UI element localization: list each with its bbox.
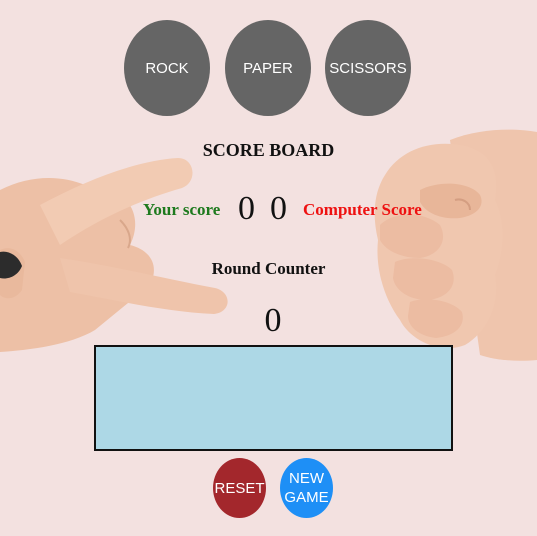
- your-score-label: Your score: [143, 200, 221, 219]
- computer-score-value: 0: [270, 190, 287, 227]
- round-counter-value: 0: [264, 302, 282, 339]
- reset-button[interactable]: RESET: [213, 458, 266, 518]
- computer-score-label: Computer Score: [303, 200, 422, 219]
- round-counter-title: Round Counter: [211, 259, 326, 278]
- scissors-button[interactable]: SCISSORS: [325, 20, 411, 116]
- rock-button[interactable]: ROCK: [124, 20, 210, 116]
- user-score-value: 0: [238, 190, 255, 227]
- scoreboard-title: SCORE BOARD: [202, 140, 335, 160]
- result-display-box: [94, 345, 453, 451]
- paper-button[interactable]: PAPER: [225, 20, 311, 116]
- new-game-button[interactable]: NEW GAME: [280, 458, 333, 518]
